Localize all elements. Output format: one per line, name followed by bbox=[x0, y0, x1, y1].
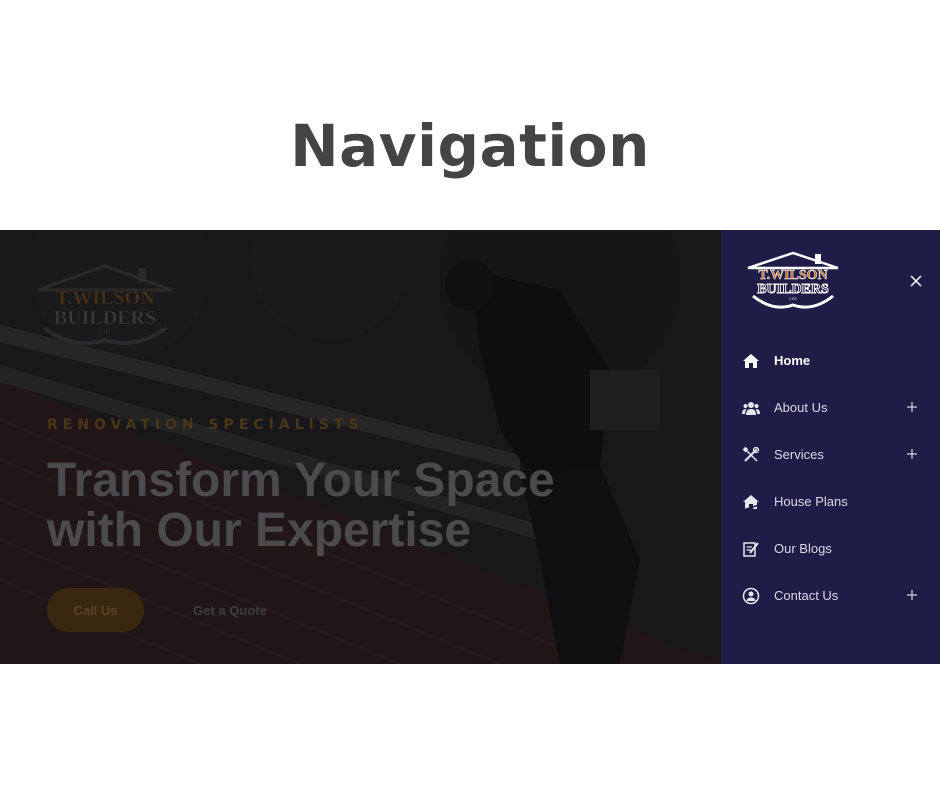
drawer-menu: Home About Us Services House Plans Our B… bbox=[721, 338, 940, 620]
mobile-nav-drawer: T.WILSON BUILDERS LTD Home About Us Serv… bbox=[721, 230, 940, 664]
drawer-logo-line2: BUILDERS bbox=[757, 282, 829, 297]
tools-icon bbox=[742, 446, 760, 462]
page-title: Navigation bbox=[290, 112, 650, 180]
hero-eyebrow: RENOVATION SPECIALISTS bbox=[47, 417, 364, 433]
menu-item-label: About Us bbox=[774, 400, 828, 415]
menu-item-label: Our Blogs bbox=[774, 541, 832, 556]
menu-item-label: House Plans bbox=[774, 494, 848, 509]
blog-edit-icon bbox=[743, 542, 759, 557]
close-icon[interactable] bbox=[907, 272, 925, 290]
house-plans-icon bbox=[742, 495, 760, 511]
contact-icon bbox=[742, 587, 760, 605]
drawer-logo-line1: T.WILSON bbox=[758, 268, 827, 283]
hero-title: Transform Your Space with Our Expertise bbox=[47, 456, 647, 556]
drawer-logo-line3: LTD bbox=[789, 296, 796, 301]
brand-logo[interactable]: T.WILSON BUILDERS LTD bbox=[34, 260, 176, 350]
menu-item-home[interactable]: Home bbox=[721, 338, 940, 385]
menu-item-label: Services bbox=[774, 447, 824, 462]
menu-item-services[interactable]: Services bbox=[721, 432, 940, 479]
menu-item-contact-us[interactable]: Contact Us bbox=[721, 573, 940, 620]
drawer-brand-logo[interactable]: T.WILSON BUILDERS LTD bbox=[745, 250, 841, 314]
plus-icon[interactable] bbox=[905, 400, 919, 414]
menu-item-label: Home bbox=[774, 353, 811, 368]
menu-item-our-blogs[interactable]: Our Blogs bbox=[721, 526, 940, 573]
brand-logo-line2: BUILDERS bbox=[54, 307, 156, 329]
menu-item-house-plans[interactable]: House Plans bbox=[721, 479, 940, 526]
home-icon bbox=[743, 354, 759, 368]
website-screenshot: T.WILSON BUILDERS LTD RENOVATION SPECIAL… bbox=[0, 230, 940, 664]
brand-logo-line3: LTD bbox=[100, 329, 109, 335]
plus-icon[interactable] bbox=[905, 588, 919, 602]
hero-title-line1: Transform Your Space bbox=[47, 454, 555, 507]
brand-logo-line1: T.WILSON bbox=[55, 287, 155, 309]
call-us-button[interactable]: Call Us bbox=[47, 588, 144, 632]
plus-icon[interactable] bbox=[905, 447, 919, 461]
users-icon bbox=[742, 402, 760, 415]
menu-item-about-us[interactable]: About Us bbox=[721, 385, 940, 432]
get-quote-button[interactable]: Get a Quote bbox=[170, 588, 290, 632]
hero-section: T.WILSON BUILDERS LTD RENOVATION SPECIAL… bbox=[0, 230, 721, 664]
menu-item-label: Contact Us bbox=[774, 588, 839, 603]
hero-title-line2: with Our Expertise bbox=[47, 504, 472, 557]
